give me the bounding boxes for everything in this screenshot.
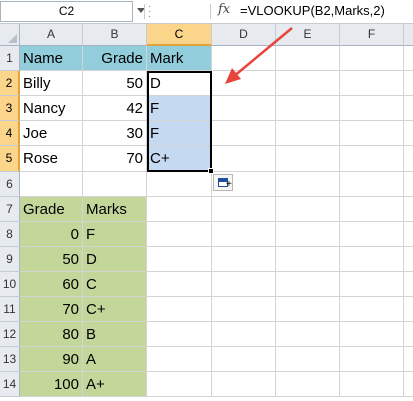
- red-arrow: [225, 27, 293, 84]
- red-arrow-head: [225, 68, 241, 84]
- red-arrow-shaft: [232, 27, 293, 78]
